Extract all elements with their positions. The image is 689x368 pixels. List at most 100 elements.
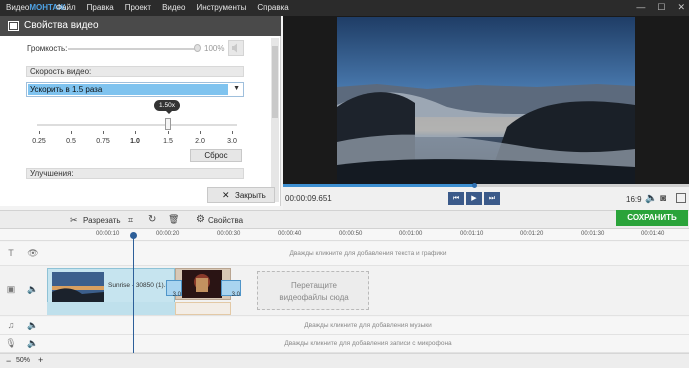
speed-tick-label: 0.25 <box>32 138 46 145</box>
playhead-handle[interactable] <box>130 232 137 239</box>
previous-button[interactable]: ⏮ <box>448 192 464 205</box>
ruler-label: 00:01:00 <box>399 231 423 237</box>
panel-header: Свойства видео <box>0 16 281 36</box>
speed-tick-label: 3.0 <box>227 138 237 145</box>
speed-slider-handle[interactable] <box>165 118 171 130</box>
eye-icon[interactable]: 👁 <box>26 248 40 259</box>
aspect-ratio[interactable]: 16:9 <box>626 195 642 204</box>
menu-help[interactable]: Справка <box>257 3 288 12</box>
playhead-line[interactable] <box>133 235 134 353</box>
ruler-label: 00:00:10 <box>96 231 120 237</box>
ruler-label: 00:00:30 <box>217 231 241 237</box>
volume-label: Громкость: <box>27 44 68 53</box>
mute-button[interactable] <box>228 40 244 56</box>
menu-bar: Файл Правка Проект Видео Инструменты Спр… <box>56 3 300 12</box>
video-frame <box>337 17 635 184</box>
drop-hint-line1: Перетащите <box>291 281 337 290</box>
zoom-value: 50% <box>16 357 31 364</box>
scissors-icon: ✂ <box>70 215 78 225</box>
transition-marker[interactable]: 3.0 <box>221 280 241 298</box>
close-window-button[interactable]: ✕ <box>677 2 685 13</box>
minimize-button[interactable]: — <box>636 2 645 13</box>
close-icon: ✕ <box>222 190 230 200</box>
zoom-in-button[interactable]: + <box>38 355 43 365</box>
tooltip-pointer <box>166 111 172 114</box>
tick-mark <box>39 131 40 134</box>
mic-track[interactable]: 🎙 🔈 Дважды кликните для добавления запис… <box>0 335 689 353</box>
timeline-toolbar: ✂ Разрезать ⌗ ↻ 🗑 ⚙ Свойства <box>0 210 689 229</box>
tick-mark <box>135 131 136 134</box>
close-button[interactable]: ✕ Закрыть <box>207 187 275 203</box>
text-icon: T <box>8 248 14 258</box>
crop-icon[interactable]: ⌗ <box>128 215 133 226</box>
clip-audio-bar <box>47 302 175 315</box>
volume-value: 100% <box>204 44 225 53</box>
volume-slider-handle[interactable] <box>194 44 201 52</box>
tick-mark <box>71 131 72 134</box>
menu-edit[interactable]: Правка <box>87 3 114 12</box>
clip-thumbnail <box>182 270 222 298</box>
ruler-label: 00:00:40 <box>278 231 302 237</box>
volume-slider-track[interactable] <box>68 48 198 50</box>
next-button[interactable]: ⏭ <box>484 192 500 205</box>
improvements-section-header: Улучшения: <box>26 168 244 179</box>
transition-marker[interactable]: 3.0 <box>166 280 182 298</box>
maximize-button[interactable]: ☐ <box>657 2 665 13</box>
save-video-button[interactable]: СОХРАНИТЬ ВИДЕО <box>616 210 688 238</box>
speaker-icon <box>232 43 237 53</box>
video-track-icon: ▣ <box>6 284 16 294</box>
reset-button[interactable]: Сброс <box>190 149 242 162</box>
menu-tools[interactable]: Инструменты <box>196 3 246 12</box>
volume-icon[interactable]: 🔈 <box>645 193 657 204</box>
video-preview-image <box>337 17 635 184</box>
ruler-label: 00:01:10 <box>460 231 484 237</box>
title-bar: ВидеоМОНТАЖ Файл Правка Проект Видео Инс… <box>0 0 689 16</box>
playback-progress-fill <box>283 184 475 187</box>
tick-mark <box>103 131 104 134</box>
dropdown-arrow-icon: ▼ <box>233 85 240 92</box>
tick-mark <box>168 131 169 134</box>
speaker-icon[interactable]: 🔈 <box>26 284 40 295</box>
menu-file[interactable]: Файл <box>56 3 76 12</box>
clip-thumbnail <box>52 272 104 302</box>
properties-button[interactable]: Свойства <box>208 216 243 225</box>
text-track[interactable]: T 👁 Дважды кликните для добавления текст… <box>0 242 689 266</box>
gear-icon: ⚙ <box>196 214 205 225</box>
music-track-hint: Дважды кликните для добавления музыки <box>304 322 432 329</box>
speed-tick-label: 1.0 <box>130 138 140 145</box>
video-properties-panel: Свойства видео Громкость: 100% Скорость … <box>0 16 281 206</box>
play-button[interactable]: ▶ <box>466 192 482 205</box>
microphone-icon: 🎙 <box>5 338 17 348</box>
ruler-label: 00:01:30 <box>581 231 605 237</box>
rotate-icon[interactable]: ↻ <box>148 214 156 225</box>
speed-section-header: Скорость видео: <box>26 66 244 77</box>
drop-zone[interactable]: Перетащите видеофайлы сюда <box>257 271 369 310</box>
playback-scrubber-handle[interactable] <box>472 183 477 188</box>
fullscreen-icon[interactable] <box>676 193 686 203</box>
window-controls: — ☐ ✕ <box>636 2 685 13</box>
playback-progress-bar[interactable] <box>283 184 689 187</box>
zoom-out-button[interactable]: − <box>6 356 11 366</box>
speaker-icon[interactable]: 🔈 <box>26 338 40 349</box>
menu-project[interactable]: Проект <box>125 3 151 12</box>
ruler-label: 00:00:20 <box>156 231 180 237</box>
drop-hint-line2: видеофайлы сюда <box>279 293 349 302</box>
camera-icon[interactable]: ◙ <box>660 193 666 204</box>
timecode: 00:00:09.651 <box>285 194 332 203</box>
trash-icon[interactable]: 🗑 <box>168 214 179 225</box>
speed-slider-track[interactable] <box>37 124 237 126</box>
skip-back-icon: ⏮ <box>452 195 460 202</box>
video-track[interactable]: ▣ 🔈 Sunrise - 30850 (1).m 3.0 3.0 Перета… <box>0 266 689 316</box>
panel-scrollbar-thumb[interactable] <box>272 46 278 118</box>
menu-video[interactable]: Видео <box>162 3 185 12</box>
speaker-icon[interactable]: 🔈 <box>26 320 40 331</box>
mic-track-hint: Дважды кликните для добавления записи с … <box>284 340 452 347</box>
zoom-bar: − 50% + <box>0 353 689 368</box>
clip-name: Sunrise - 30850 (1).m <box>108 282 171 289</box>
music-track[interactable]: ♫ 🔈 Дважды кликните для добавления музык… <box>0 317 689 335</box>
cut-button[interactable]: Разрезать <box>83 216 121 225</box>
timeline-ruler[interactable]: 00:00:10 00:00:20 00:00:30 00:00:40 00:0… <box>0 229 689 241</box>
speed-tooltip: 1.50x <box>154 100 180 111</box>
speed-selected-value: Ускорить в 1.5 раза <box>28 84 228 95</box>
speed-select[interactable]: Ускорить в 1.5 раза ▼ <box>26 82 244 97</box>
